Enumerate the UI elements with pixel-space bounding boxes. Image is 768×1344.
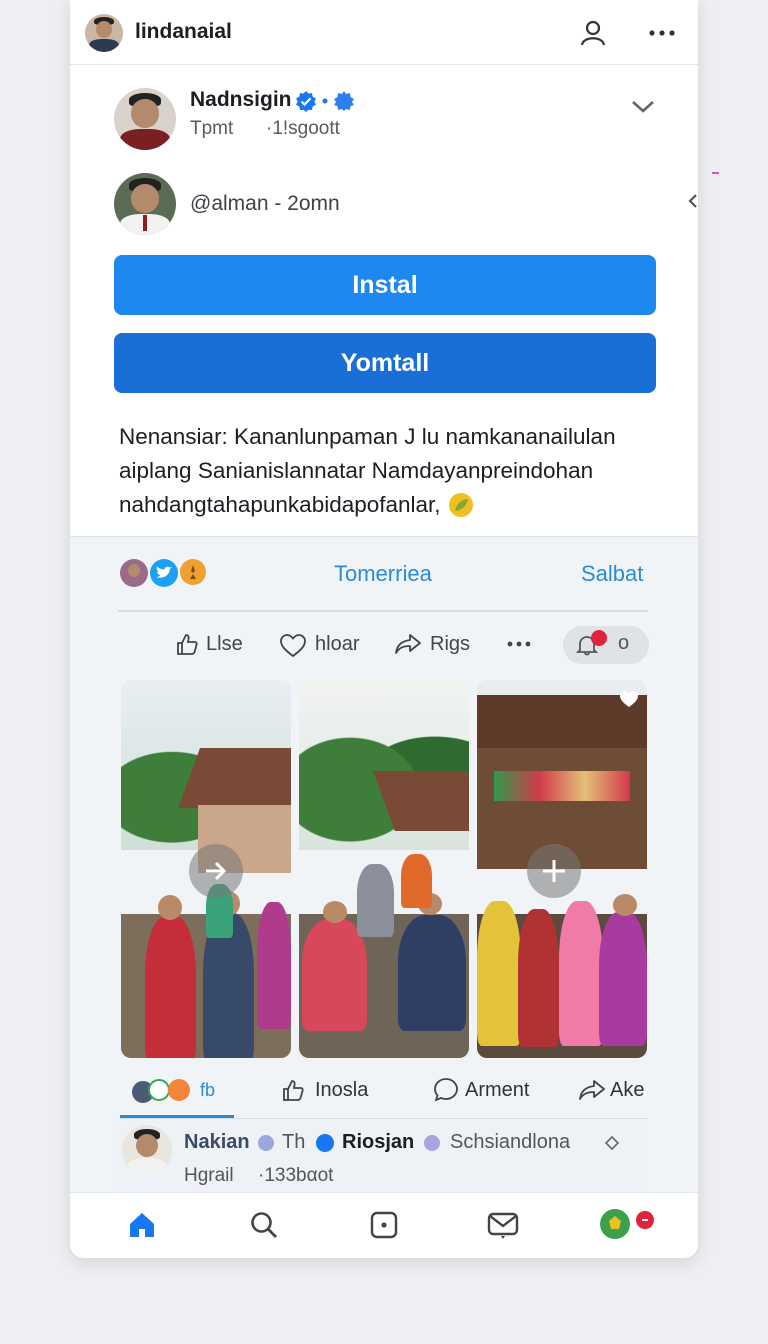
like-icon[interactable]: [172, 629, 202, 659]
reply-handle[interactable]: @alman - 2omn: [190, 192, 340, 216]
header-avatar[interactable]: [85, 14, 123, 52]
more-actions-icon[interactable]: [504, 633, 534, 655]
comment-meta-1: Hgrail: [184, 1165, 234, 1186]
comment-label[interactable]: Arment: [465, 1079, 529, 1102]
search-icon[interactable]: [246, 1207, 282, 1243]
action-share-label[interactable]: Rigs: [430, 633, 470, 656]
feed-section: Tomerriea Salbat Llse hloar Rigs o fb In…: [70, 536, 698, 1193]
award-icon: [180, 559, 206, 585]
comment-meta-2: ·133bαot: [258, 1165, 334, 1186]
action-love-label[interactable]: hloar: [315, 633, 359, 656]
tab-right[interactable]: Salbat: [581, 561, 643, 587]
more-icon[interactable]: [644, 16, 680, 50]
post-body: Nenansiar: Kananlunpaman J lu namkananai…: [119, 420, 659, 522]
comment-name-2: Th: [282, 1131, 306, 1153]
verified-small-icon: [258, 1135, 274, 1151]
comment-name-1[interactable]: Nakian: [184, 1131, 250, 1154]
diamond-icon: [602, 1133, 622, 1153]
notification-count: o: [618, 632, 630, 654]
comment-icon[interactable]: [431, 1075, 461, 1105]
square-icon[interactable]: [366, 1207, 402, 1243]
heart-reaction-icon: [168, 1079, 190, 1101]
author-meta-2: ·1!sgoott: [266, 118, 340, 139]
share-footer-icon[interactable]: [577, 1075, 607, 1105]
post-body-line-2: aiplang Sanianislannatar Namdayanpreindo…: [119, 458, 594, 483]
verified-icon: [294, 89, 318, 113]
separator-dot-icon: [320, 94, 330, 108]
install-button[interactable]: Instal: [114, 255, 656, 315]
reaction-avatar[interactable]: [120, 559, 148, 587]
author-avatar[interactable]: [114, 88, 176, 150]
verified-purple-icon: [424, 1135, 440, 1151]
notification-badge: [591, 630, 607, 646]
share-icon[interactable]: [392, 629, 424, 659]
comment-name-4: Schsiandlona: [450, 1131, 571, 1153]
insight-label[interactable]: Inosla: [315, 1079, 368, 1102]
reply-avatar[interactable]: [114, 173, 176, 235]
twitter-icon: [150, 559, 178, 587]
author-meta-1: Tpmt: [190, 118, 234, 139]
insight-icon[interactable]: [279, 1075, 307, 1105]
home-icon[interactable]: [124, 1207, 160, 1243]
tab-center[interactable]: Tomerriea: [334, 561, 432, 587]
nav-notification-dot: [636, 1211, 654, 1229]
notification-pill[interactable]: o: [563, 626, 649, 664]
verified-blue-icon: [316, 1134, 334, 1152]
comment-name-3[interactable]: Riosjan: [342, 1131, 414, 1154]
top-bar: lindanaial: [70, 0, 698, 65]
mail-icon[interactable]: [484, 1207, 522, 1243]
favorite-heart-icon[interactable]: [617, 688, 641, 710]
header-username[interactable]: lindanaial: [135, 20, 232, 44]
share-footer-label[interactable]: Ake: [610, 1079, 644, 1102]
gear-badge-icon: [332, 89, 356, 113]
chevron-left-icon[interactable]: [684, 190, 702, 212]
comment-avatar[interactable]: [122, 1125, 172, 1175]
plus-icon[interactable]: [527, 844, 581, 898]
profile-nav-avatar[interactable]: [600, 1209, 630, 1239]
bottom-nav: [70, 1192, 698, 1258]
arrow-right-icon[interactable]: [189, 844, 243, 898]
comment-preview[interactable]: Nakian Th Riosjan Schsiandlona Hgrail ·1…: [118, 1119, 648, 1193]
author-name[interactable]: Nadnsigin: [190, 88, 292, 112]
secondary-install-button[interactable]: Yomtall: [114, 333, 656, 393]
pink-marker: [712, 172, 719, 174]
divider: [118, 610, 648, 612]
post-body-line-3: nahdangtahapunkabidapofanlar,: [119, 492, 441, 517]
photo-1[interactable]: [121, 680, 291, 1058]
chevron-down-icon[interactable]: [626, 92, 660, 122]
post-body-line-1: Nenansiar: Kananlunpaman J lu namkananai…: [119, 424, 616, 449]
photo-3[interactable]: [477, 680, 647, 1058]
leaf-emoji-icon: [448, 493, 473, 517]
google-icon: [148, 1079, 170, 1101]
profile-icon[interactable]: [576, 16, 610, 50]
photo-2[interactable]: [299, 680, 469, 1058]
heart-icon[interactable]: [278, 631, 308, 661]
app-window: lindanaial Nadnsigin Tpmt ·1!sgoott @alm…: [70, 0, 698, 1258]
action-like-label[interactable]: Llse: [206, 633, 243, 656]
reaction-count: fb: [200, 1080, 216, 1100]
